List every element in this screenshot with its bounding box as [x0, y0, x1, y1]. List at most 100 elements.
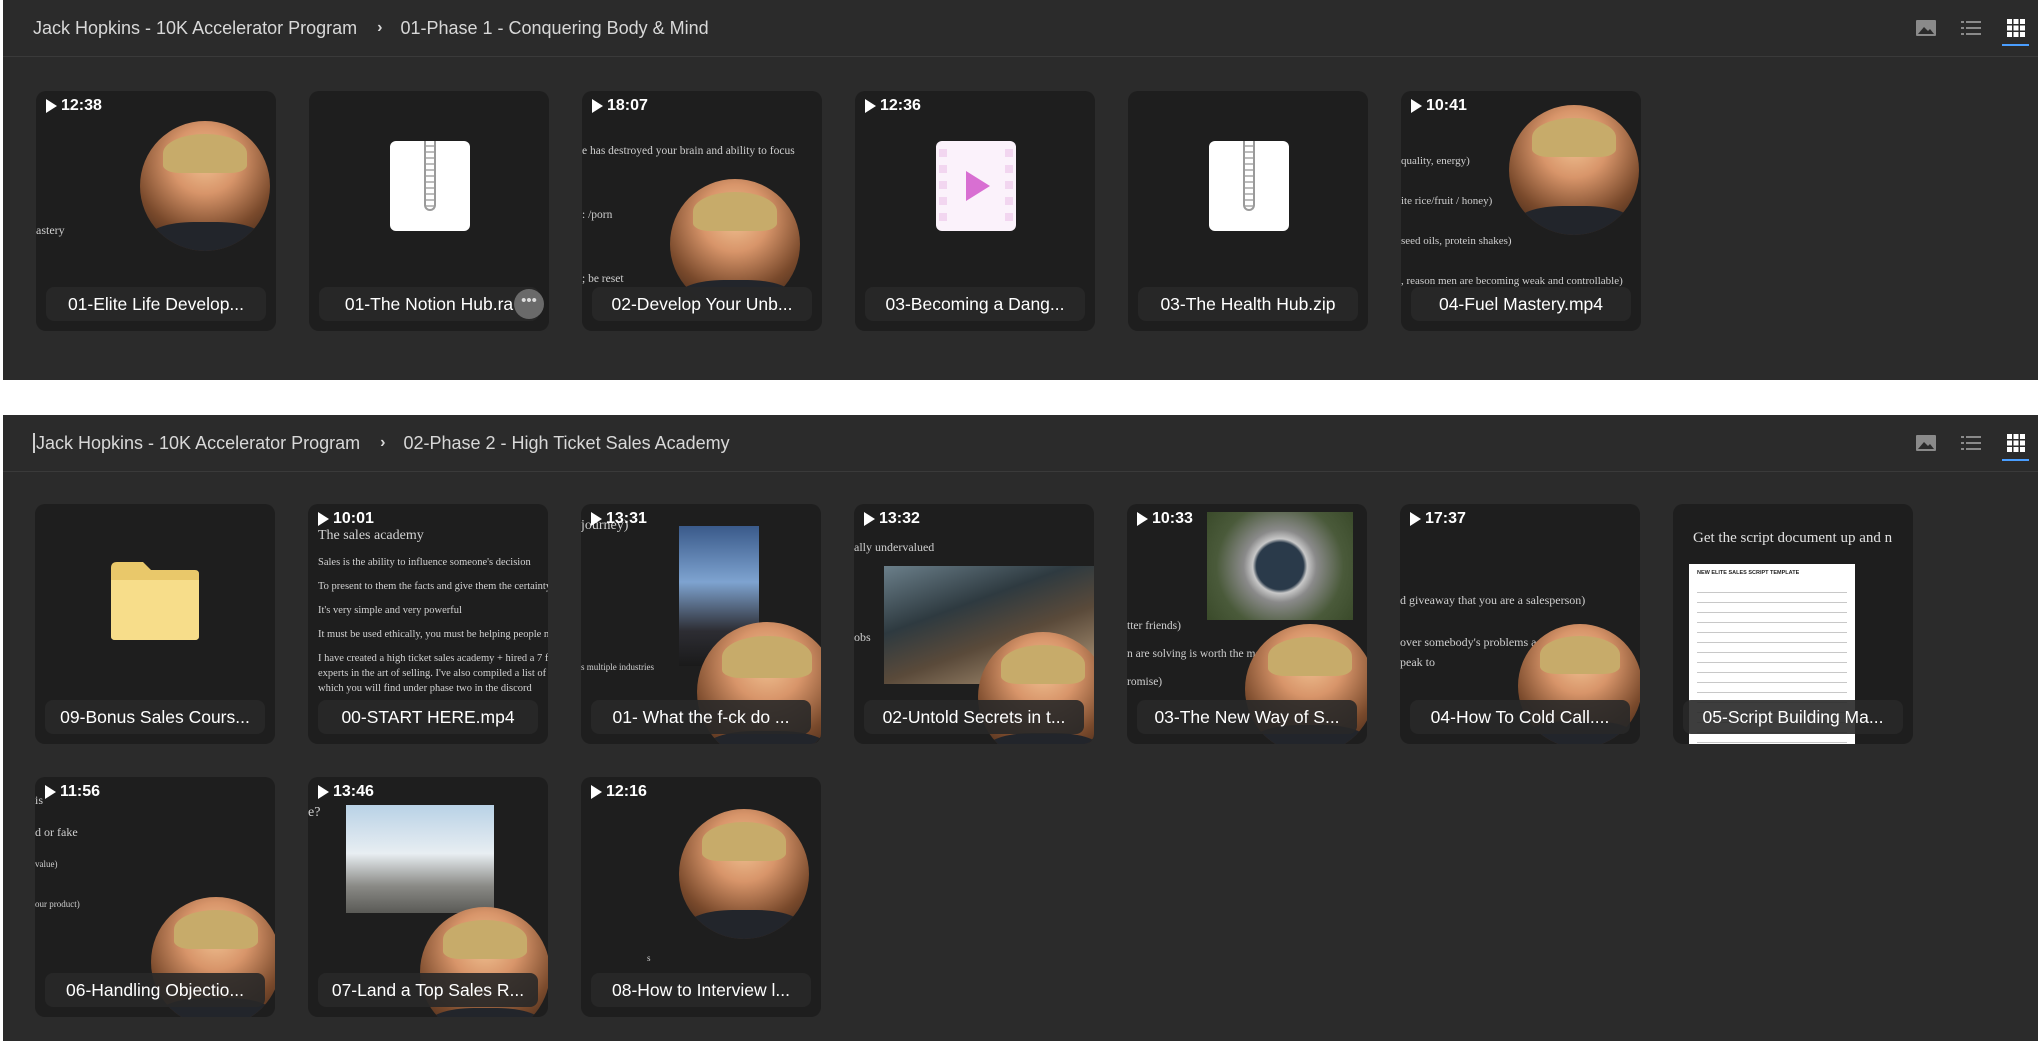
breadcrumb: Jack Hopkins - 10K Accelerator Program ›… — [33, 430, 730, 456]
image-view-button[interactable] — [1903, 427, 1948, 459]
folder-card[interactable]: 09-Bonus Sales Cours... — [35, 504, 275, 744]
more-options-button[interactable]: ••• — [514, 289, 544, 319]
video-duration: 12:36 — [865, 97, 921, 115]
file-name: 01-Elite Life Develop... — [46, 287, 266, 321]
play-icon — [318, 785, 329, 799]
file-name: 07-Land a Top Sales R... — [318, 973, 538, 1007]
breadcrumb: Jack Hopkins - 10K Accelerator Program ›… — [33, 15, 709, 41]
grid-view-icon — [2006, 434, 2025, 452]
view-mode-switcher — [1903, 427, 2038, 461]
play-icon — [591, 512, 602, 526]
breadcrumb-bar: Jack Hopkins - 10K Accelerator Program ›… — [3, 0, 2038, 57]
slide-text: is d or fake value) our product) — [35, 793, 80, 909]
slide-text: s multiple industries — [581, 662, 654, 672]
file-name: 03-Becoming a Dang... — [865, 287, 1085, 321]
file-card[interactable]: 13:32 ally undervalued obs 02-Untold Sec… — [854, 504, 1094, 744]
video-duration: 13:46 — [318, 783, 374, 801]
list-view-icon — [1960, 436, 1981, 450]
play-icon — [1410, 512, 1421, 526]
breadcrumb-bar: Jack Hopkins - 10K Accelerator Program ›… — [3, 415, 2038, 472]
file-name: 00-START HERE.mp4 — [318, 700, 538, 734]
play-icon — [864, 512, 875, 526]
video-duration: 13:32 — [864, 510, 920, 528]
image-view-button[interactable] — [1903, 12, 1948, 44]
video-duration: 17:37 — [1410, 510, 1466, 528]
document-title: NEW ELITE SALES SCRIPT TEMPLATE — [1697, 570, 1800, 576]
slide-text: The sales academy Sales is the ability t… — [318, 528, 548, 694]
file-name: 02-Develop Your Unb... — [592, 287, 812, 321]
play-icon — [46, 99, 57, 113]
watch-photo-thumbnail — [1207, 512, 1353, 620]
file-card[interactable]: 12:38 astery 01-Elite Life Develop... — [36, 91, 276, 331]
breadcrumb-current-folder[interactable]: 01-Phase 1 - Conquering Body & Mind — [400, 18, 708, 39]
breadcrumb-root[interactable]: Jack Hopkins - 10K Accelerator Program — [36, 433, 360, 454]
file-name: 09-Bonus Sales Cours... — [45, 700, 265, 734]
photo-thumbnail — [346, 805, 494, 913]
file-name: 08-How to Interview l... — [591, 973, 811, 1007]
file-name: 03-The Health Hub.zip — [1138, 287, 1358, 321]
file-card[interactable]: 01-The Notion Hub.ra ••• — [309, 91, 549, 331]
file-card[interactable]: 18:07 e has destroyed your brain and abi… — [582, 91, 822, 331]
video-duration: 18:07 — [592, 97, 648, 115]
image-view-icon — [1915, 435, 1936, 451]
folder-panel-phase-1: Jack Hopkins - 10K Accelerator Program ›… — [3, 0, 2038, 380]
video-duration: 10:41 — [1411, 97, 1467, 115]
file-card[interactable]: 03-The Health Hub.zip — [1128, 91, 1368, 331]
list-view-icon — [1960, 21, 1981, 35]
grid-view-icon — [2006, 19, 2025, 37]
video-duration: 10:01 — [318, 510, 374, 528]
archive-file-icon — [1209, 141, 1289, 231]
view-mode-switcher — [1903, 12, 2038, 46]
image-view-icon — [1915, 20, 1936, 36]
folder-icon — [111, 562, 199, 640]
breadcrumb-root[interactable]: Jack Hopkins - 10K Accelerator Program — [33, 18, 357, 39]
text-cursor — [33, 433, 35, 453]
file-card[interactable]: 13:46 e? 07-Land a Top Sales R... — [308, 777, 548, 1017]
archive-file-icon — [390, 141, 470, 231]
folder-panel-phase-2: Jack Hopkins - 10K Accelerator Program ›… — [3, 415, 2038, 1041]
presenter-thumbnail — [140, 121, 270, 251]
file-name: 04-Fuel Mastery.mp4 — [1411, 287, 1631, 321]
slide-text: Get the script document up and n — [1693, 530, 1893, 546]
file-card[interactable]: 11:56 is d or fake value) our product) 0… — [35, 777, 275, 1017]
file-name: 02-Untold Secrets in t... — [864, 700, 1084, 734]
list-view-button[interactable] — [1948, 12, 1993, 44]
file-name: 03-The New Way of S... — [1137, 700, 1357, 734]
list-view-button[interactable] — [1948, 427, 1993, 459]
file-card[interactable]: Get the script document up and n NEW ELI… — [1673, 504, 1913, 744]
file-card[interactable]: 13:31 journey) s multiple industries 01-… — [581, 504, 821, 744]
video-duration: 12:16 — [591, 783, 647, 801]
slide-text: tter friends) n are solving is worth the… — [1127, 620, 1262, 688]
play-icon — [1411, 99, 1422, 113]
file-name: 06-Handling Objectio... — [45, 973, 265, 1007]
video-duration: 10:33 — [1137, 510, 1193, 528]
video-file-icon — [936, 141, 1016, 231]
file-card[interactable]: 12:36 03-Becoming a Dang... — [855, 91, 1095, 331]
file-name: 01-The Notion Hub.ra — [319, 287, 539, 321]
presenter-thumbnail — [679, 809, 809, 939]
play-icon — [592, 99, 603, 113]
grid-view-button[interactable] — [1993, 427, 2038, 461]
video-duration: 11:56 — [45, 783, 100, 801]
slide-text: e? — [308, 805, 321, 820]
play-icon — [591, 785, 602, 799]
play-icon — [45, 785, 56, 799]
slide-text: obs — [854, 630, 871, 644]
file-card[interactable]: 12:16 s 08-How to Interview l... — [581, 777, 821, 1017]
play-icon — [1137, 512, 1148, 526]
grid-view-button[interactable] — [1993, 12, 2038, 46]
file-card[interactable]: 10:33 tter friends) n are solving is wor… — [1127, 504, 1367, 744]
file-card[interactable]: 17:37 d giveaway that you are a salesper… — [1400, 504, 1640, 744]
file-name: 04-How To Cold Call.... — [1410, 700, 1630, 734]
play-icon — [865, 99, 876, 113]
file-card[interactable]: 10:41 quality, energy) ite rice/fruit / … — [1401, 91, 1641, 331]
video-duration: 13:31 — [591, 510, 647, 528]
file-name: 05-Script Building Ma... — [1683, 700, 1903, 734]
play-icon — [318, 512, 329, 526]
presenter-thumbnail — [1509, 105, 1639, 235]
file-card[interactable]: 10:01 The sales academy Sales is the abi… — [308, 504, 548, 744]
video-duration: 12:38 — [46, 97, 102, 115]
slide-text: astery — [36, 223, 65, 237]
breadcrumb-current-folder[interactable]: 02-Phase 2 - High Ticket Sales Academy — [403, 433, 729, 454]
chevron-right-icon: › — [380, 434, 386, 451]
